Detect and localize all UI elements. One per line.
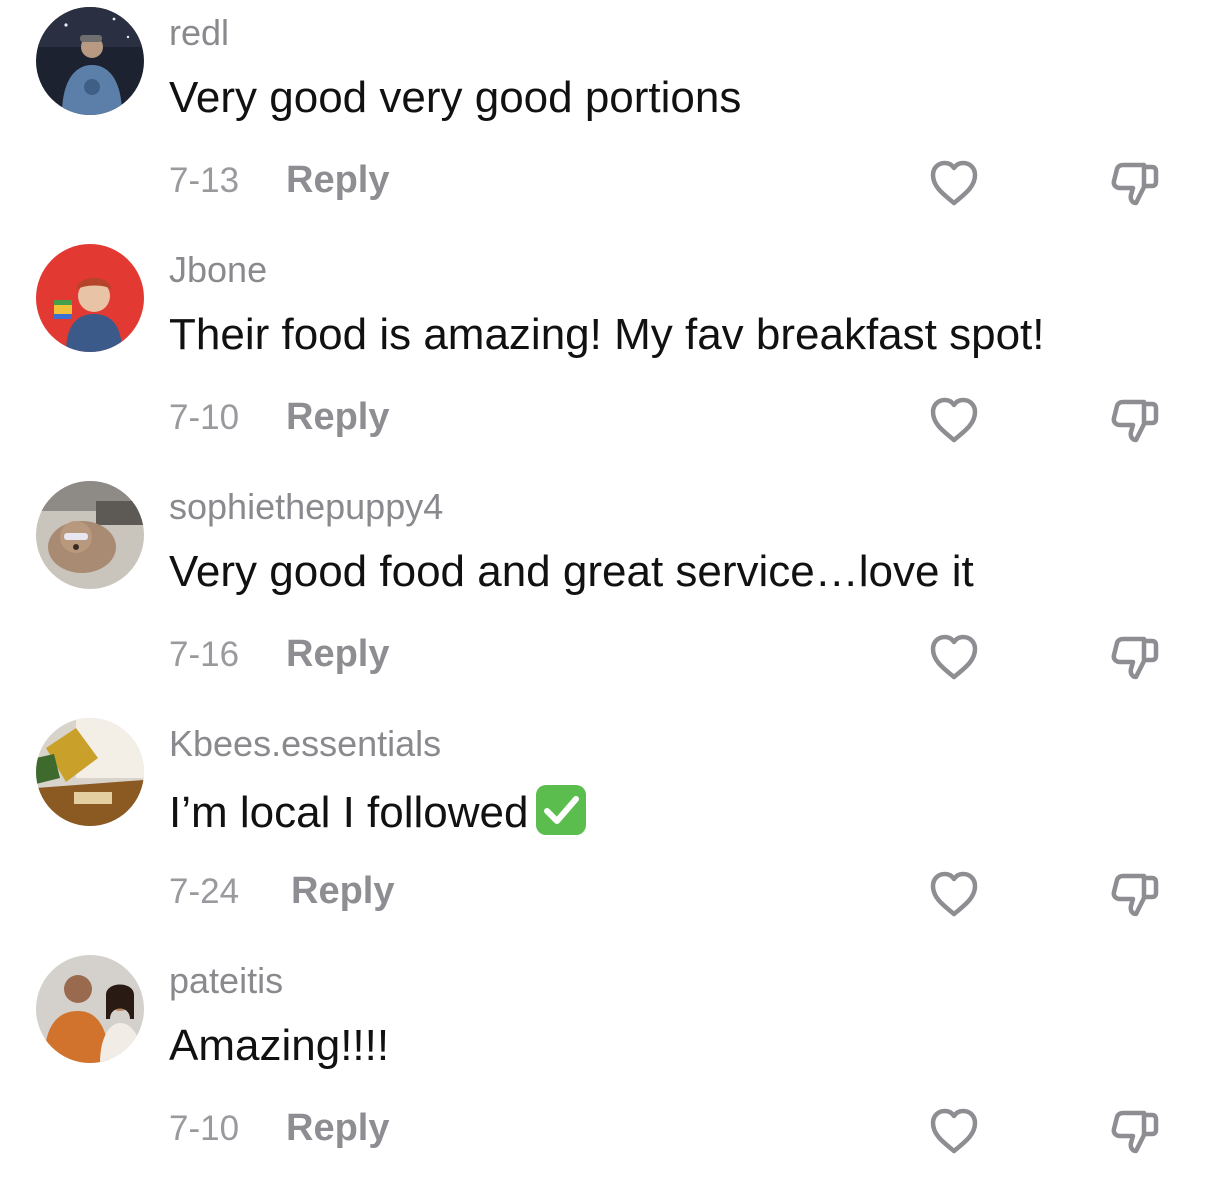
reply-button[interactable]: Reply: [286, 394, 389, 440]
dislike-thumbs-down-icon[interactable]: [1108, 866, 1162, 920]
like-heart-icon[interactable]: [928, 870, 980, 918]
comment-text: Very good very good portions: [169, 73, 742, 122]
comment-text: Very good food and great service…love it: [169, 547, 974, 596]
comment-username[interactable]: redl: [169, 12, 229, 54]
dislike-thumbs-down-icon[interactable]: [1108, 1103, 1162, 1157]
comment-text: Their food is amazing! My fav breakfast …: [169, 310, 1045, 359]
comment-date: 7-13: [169, 161, 240, 200]
comment-username[interactable]: pateitis: [169, 960, 283, 1002]
comment-date: 7-24: [169, 872, 240, 911]
comment-text: I’m local I followed: [169, 783, 588, 839]
avatar[interactable]: [36, 7, 144, 115]
check-mark-button-icon: [534, 783, 588, 837]
avatar[interactable]: [36, 955, 144, 1063]
comment-date: 7-16: [169, 635, 240, 674]
reply-button[interactable]: Reply: [291, 868, 394, 914]
reply-button[interactable]: Reply: [286, 157, 389, 203]
avatar-photo-icon: [36, 955, 144, 1063]
comment-item: sophiethepuppy4 Very good food and great…: [0, 474, 1206, 711]
comment-text: Amazing!!!!: [169, 1021, 390, 1070]
reply-button[interactable]: Reply: [286, 631, 389, 677]
avatar-photo-icon: [36, 481, 144, 589]
comment-item: Kbees.essentials I’m local I followed 7-…: [0, 711, 1206, 948]
like-heart-icon[interactable]: [928, 633, 980, 681]
comment-item: redl Very good very good portions 7-13 R…: [0, 0, 1206, 237]
dislike-thumbs-down-icon[interactable]: [1108, 155, 1162, 209]
avatar-photo-icon: [36, 244, 144, 352]
comment-item: Jbone Their food is amazing! My fav brea…: [0, 237, 1206, 474]
avatar-photo-icon: [36, 718, 144, 826]
like-heart-icon[interactable]: [928, 159, 980, 207]
comment-username[interactable]: Jbone: [169, 249, 267, 291]
comment-username[interactable]: sophiethepuppy4: [169, 486, 443, 528]
avatar-photo-icon: [36, 7, 144, 115]
reply-button[interactable]: Reply: [286, 1105, 389, 1151]
comment-date: 7-10: [169, 1109, 240, 1148]
comment-username[interactable]: Kbees.essentials: [169, 723, 441, 765]
like-heart-icon[interactable]: [928, 396, 980, 444]
avatar[interactable]: [36, 481, 144, 589]
comment-item: pateitis Amazing!!!! 7-10 Reply: [0, 948, 1206, 1185]
like-heart-icon[interactable]: [928, 1107, 980, 1155]
dislike-thumbs-down-icon[interactable]: [1108, 392, 1162, 446]
comment-text-content: I’m local I followed: [169, 788, 529, 837]
avatar[interactable]: [36, 718, 144, 826]
avatar[interactable]: [36, 244, 144, 352]
dislike-thumbs-down-icon[interactable]: [1108, 629, 1162, 683]
comment-date: 7-10: [169, 398, 240, 437]
